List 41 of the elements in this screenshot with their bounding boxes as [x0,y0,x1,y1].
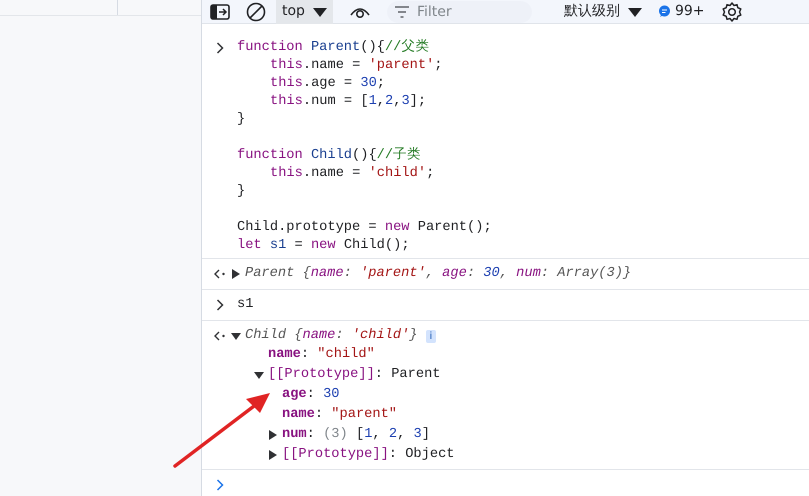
message-icon [658,5,671,18]
collapsed-triangle-icon[interactable] [268,430,278,440]
expanded-triangle-icon[interactable] [254,370,264,380]
property-line: age: 30 [282,386,340,404]
dock-side-icon[interactable] [210,4,230,20]
code-line: Child.prototype = new Parent(); [237,219,492,237]
settings-icon[interactable] [720,0,742,22]
result-arrow-icon [214,269,226,279]
code-line: let s1 = new Child(); [237,237,411,255]
property-line[interactable]: [[Prototype]]: Parent [268,365,440,385]
property-line: name: "parent" [282,406,398,424]
code-line: s1 [237,296,254,314]
issues-button[interactable]: 99+ [658,1,704,22]
result-arrow-icon [214,331,226,341]
caret-icon [628,6,642,16]
code-line: function Child(){//子类 [237,147,422,165]
prompt-chevron-icon [216,42,224,54]
code-line: this.num = [1,2,3]; [269,93,428,111]
filter-icon [394,6,409,18]
object-preview[interactable]: Child {name: 'child'} [245,325,418,347]
filter-field[interactable]: Filter [386,0,532,22]
prompt-chevron-icon[interactable] [216,479,224,491]
prompt-chevron-icon [216,299,224,311]
property-line[interactable]: num: (3) [1, 2, 3] [282,425,430,445]
expanded-triangle-icon[interactable] [231,331,241,341]
collapsed-triangle-icon[interactable] [231,269,241,279]
clear-icon[interactable] [246,2,266,22]
code-line: this.name = 'parent'; [269,57,444,75]
caret-icon [312,6,327,16]
property-line: name: "child" [268,346,375,364]
code-line: this.age = 30; [269,75,386,93]
property-line[interactable]: [[Prototype]]: Object [282,445,454,465]
info-badge[interactable]: i [426,330,436,342]
code-line: function Parent(){//父类 [237,39,430,57]
collapsed-triangle-icon[interactable] [268,450,278,460]
code-line: } [237,183,246,201]
object-preview[interactable]: Parent {name: 'parent', age: 30, num: Array(3)} [245,263,632,285]
log-level-dropdown[interactable]: 默认级别 [564,1,642,22]
code-line: } [237,111,246,129]
context-dropdown[interactable]: top [276,0,333,24]
code-line: this.name = 'child'; [269,165,436,183]
